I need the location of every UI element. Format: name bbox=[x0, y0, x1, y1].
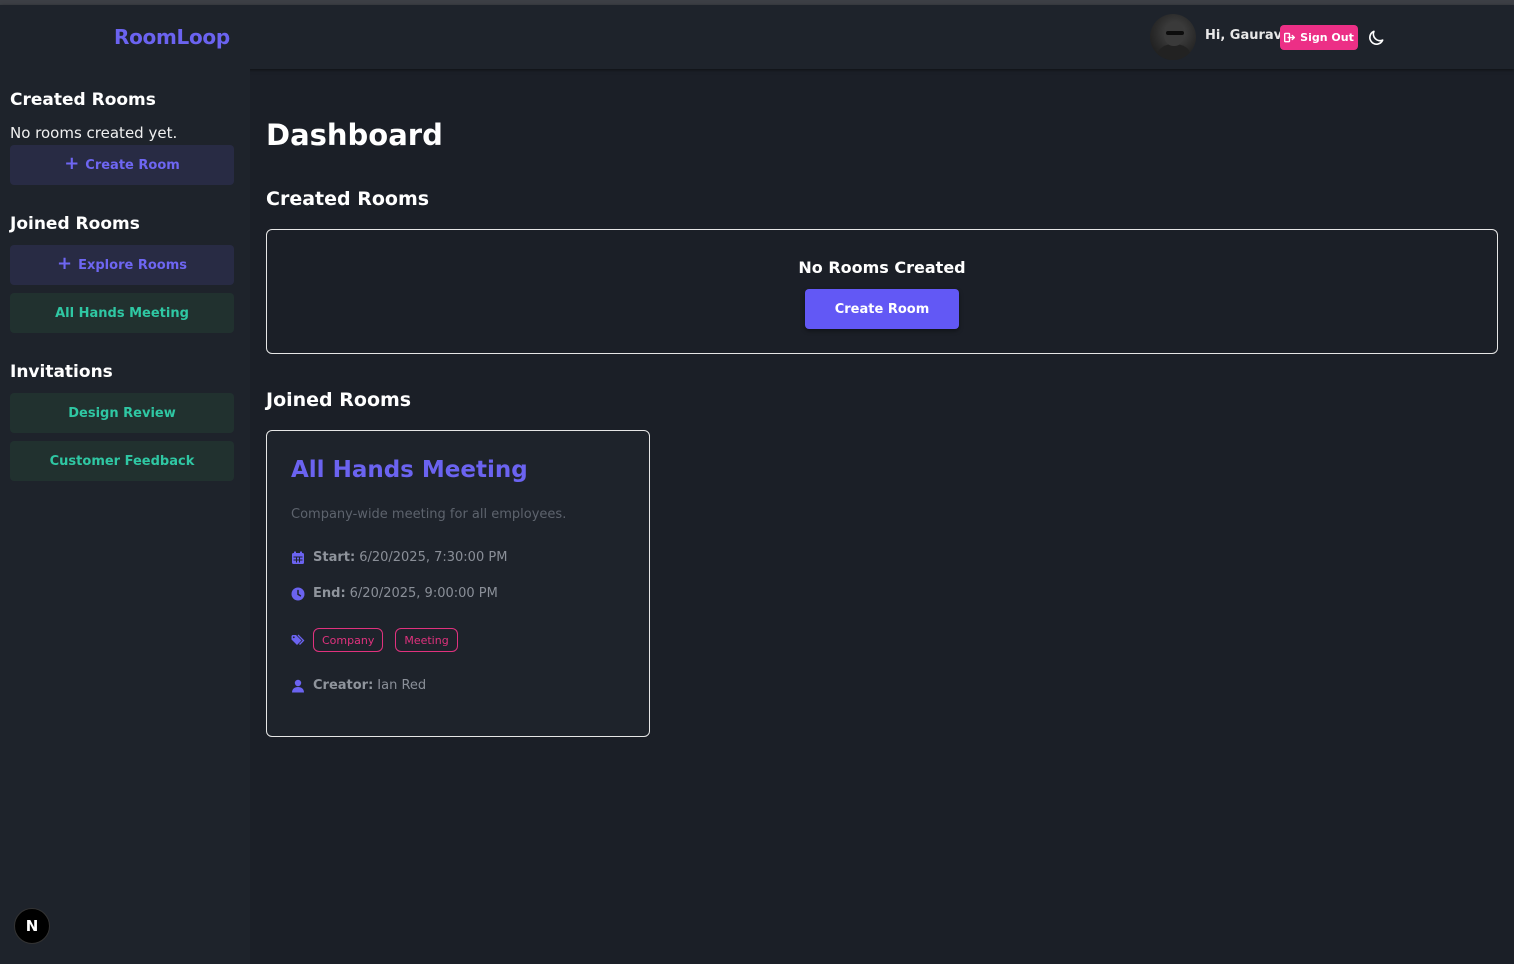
plus-icon: + bbox=[57, 253, 73, 274]
avatar-body bbox=[1158, 44, 1190, 60]
room-card-description: Company-wide meeting for all employees. bbox=[291, 507, 567, 522]
sidebar-invitations-title: Invitations bbox=[10, 362, 113, 382]
page-title: Dashboard bbox=[266, 118, 443, 152]
room-card[interactable]: All Hands Meeting Company-wide meeting f… bbox=[266, 430, 650, 737]
room-card-title[interactable]: All Hands Meeting bbox=[291, 457, 528, 483]
sign-out-button[interactable]: Sign Out bbox=[1280, 25, 1358, 50]
avatar-glasses bbox=[1166, 31, 1184, 35]
sidebar-item-design-review[interactable]: Design Review bbox=[10, 393, 234, 433]
room-card-end-row: End: 6/20/2025, 9:00:00 PM bbox=[291, 586, 498, 601]
sign-out-icon bbox=[1284, 32, 1296, 43]
create-room-button[interactable]: Create Room bbox=[805, 289, 959, 329]
sidebar-no-rooms-text: No rooms created yet. bbox=[10, 124, 178, 142]
sidebar-explore-rooms-button[interactable]: + Explore Rooms bbox=[10, 245, 234, 285]
sidebar: Created Rooms No rooms created yet. + Cr… bbox=[0, 69, 250, 964]
user-greeting: Hi, Gaurav bbox=[1205, 28, 1283, 43]
moon-icon[interactable] bbox=[1366, 28, 1386, 48]
sidebar-explore-label: Explore Rooms bbox=[78, 257, 187, 273]
brand-logo[interactable]: RoomLoop bbox=[114, 25, 230, 49]
sidebar-item-customer-feedback[interactable]: Customer Feedback bbox=[10, 441, 234, 481]
room-card-creator-row: Creator: Ian Red bbox=[291, 678, 426, 693]
sidebar-create-room-label: Create Room bbox=[85, 157, 180, 173]
room-card-start-row: Start: 6/20/2025, 7:30:00 PM bbox=[291, 550, 507, 565]
sign-out-label: Sign Out bbox=[1300, 31, 1354, 44]
joined-rooms-heading: Joined Rooms bbox=[266, 389, 412, 411]
sidebar-create-room-button[interactable]: + Create Room bbox=[10, 145, 234, 185]
creator-label: Creator: bbox=[313, 678, 374, 693]
end-label: End: bbox=[313, 586, 346, 601]
sidebar-created-title: Created Rooms bbox=[10, 90, 156, 110]
start-label: Start: bbox=[313, 550, 356, 565]
top-navbar: RoomLoop Hi, Gaurav Sign Out bbox=[0, 5, 1514, 69]
sidebar-joined-title: Joined Rooms bbox=[10, 214, 140, 234]
calendar-icon bbox=[292, 551, 304, 564]
start-value: 6/20/2025, 7:30:00 PM bbox=[359, 550, 508, 565]
tag-meeting[interactable]: Meeting bbox=[395, 628, 458, 652]
end-value: 6/20/2025, 9:00:00 PM bbox=[349, 586, 498, 601]
sidebar-item-all-hands-meeting[interactable]: All Hands Meeting bbox=[10, 293, 234, 333]
tag-company[interactable]: Company bbox=[313, 628, 384, 652]
user-avatar[interactable] bbox=[1150, 14, 1196, 60]
tags-icon bbox=[291, 634, 305, 645]
created-rooms-panel: No Rooms Created Create Room bbox=[266, 229, 1498, 354]
nextjs-dev-badge[interactable]: N bbox=[14, 908, 50, 944]
created-rooms-heading: Created Rooms bbox=[266, 188, 430, 210]
no-rooms-created-text: No Rooms Created bbox=[798, 258, 966, 277]
clock-icon bbox=[291, 587, 305, 600]
creator-value: Ian Red bbox=[377, 678, 427, 693]
room-card-tags-row: Company Meeting bbox=[291, 628, 462, 652]
user-icon bbox=[292, 679, 304, 692]
plus-icon: + bbox=[64, 153, 80, 174]
